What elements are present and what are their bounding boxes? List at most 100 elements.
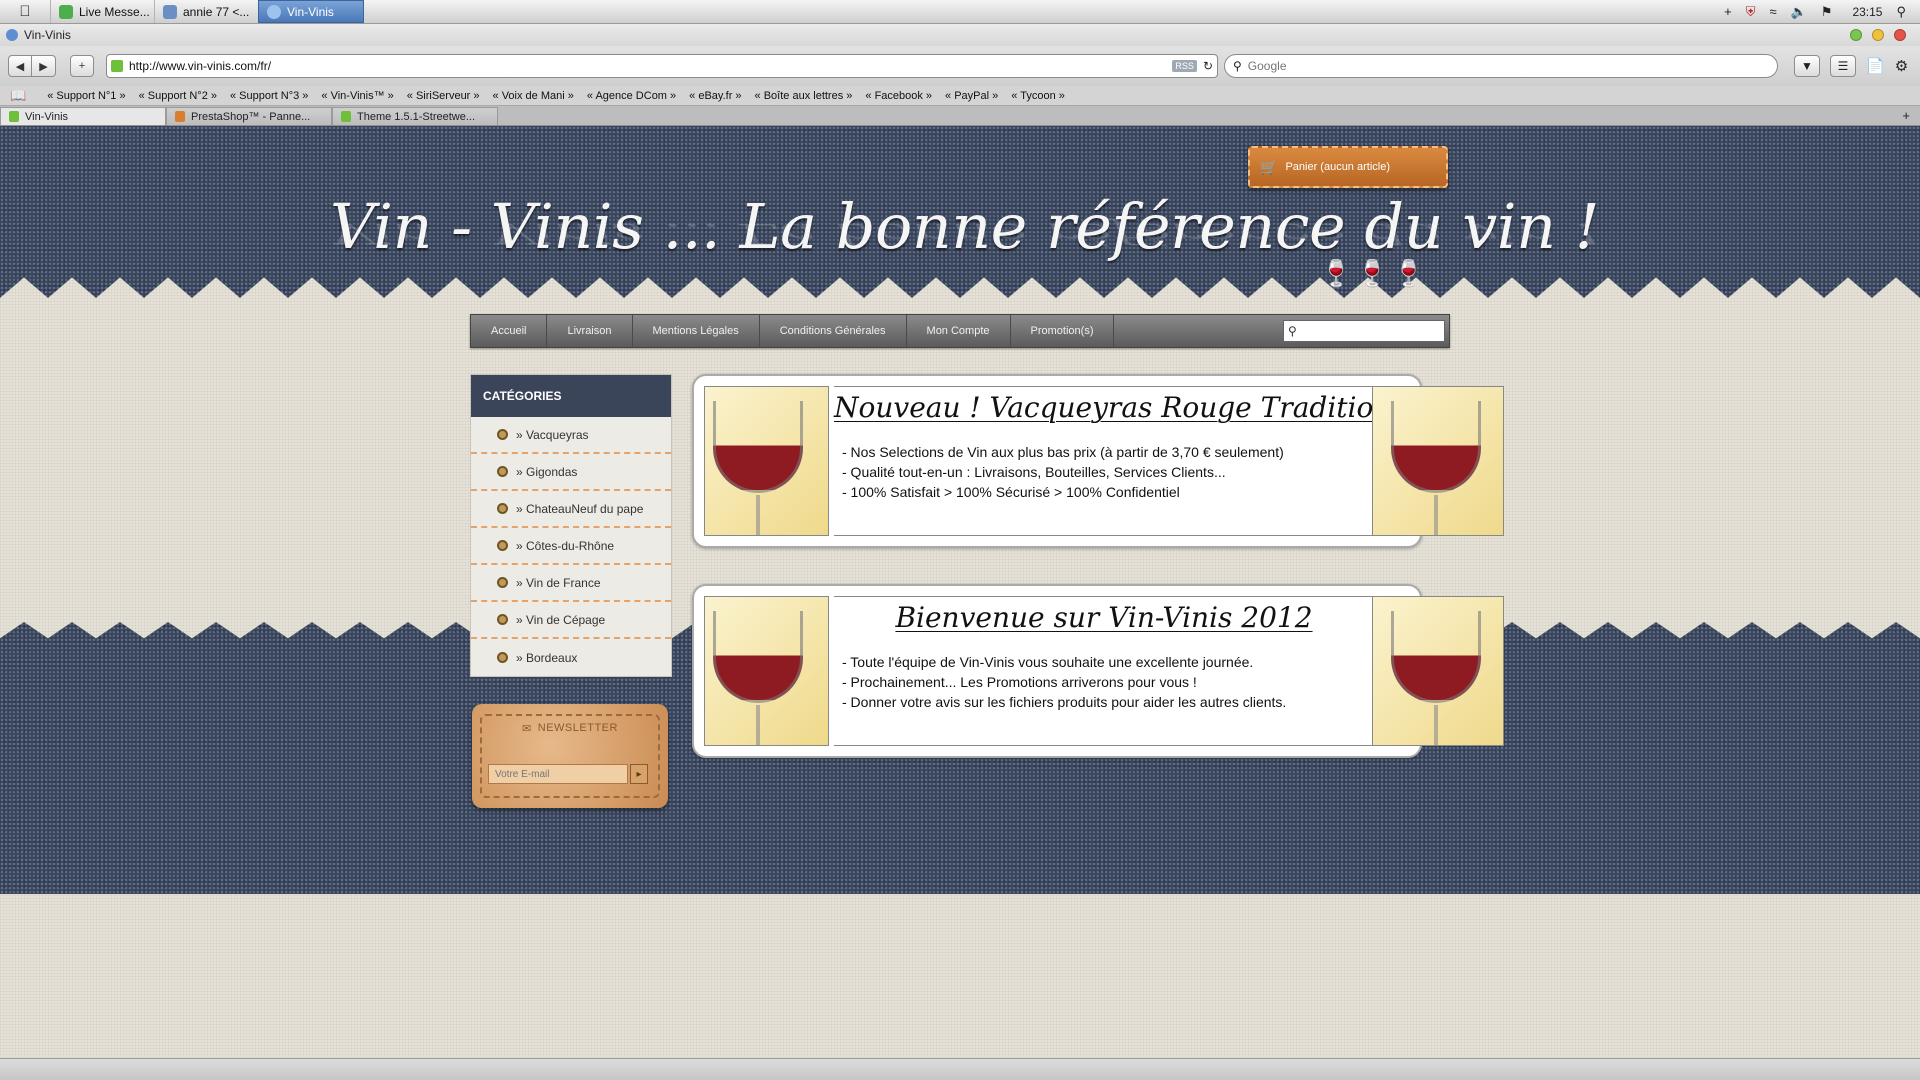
flag-icon[interactable]: ⚑ — [1821, 4, 1833, 20]
volume-icon[interactable]: 🔈 — [1791, 4, 1807, 20]
close-button[interactable] — [1894, 29, 1906, 41]
wine-glasses-decoration: 🍷 🍷 🍷 — [1320, 258, 1425, 289]
browser-statusbar — [0, 1058, 1920, 1080]
categories-block: CATÉGORIES » Vacqueyras » Gigondas » Cha… — [470, 374, 672, 677]
wine-glass-icon: 🍷 — [1320, 258, 1353, 288]
apple-icon[interactable]:  — [0, 0, 50, 23]
task-live-messenger[interactable]: Live Messe... — [50, 0, 154, 23]
shield-icon[interactable]: ⛨ — [1746, 4, 1756, 20]
banner-title: Nouveau ! Vacqueyras Rouge Tradition — [834, 391, 1392, 424]
banner-lines: - Nos Selections de Vin aux plus bas pri… — [834, 442, 1374, 502]
category-label: » Vacqueyras — [516, 427, 589, 442]
bookmark-tycoon[interactable]: « Tycoon » — [1011, 90, 1065, 102]
settings-gear-icon[interactable]: ⚙ — [1895, 55, 1908, 77]
download-icon[interactable]: ▼ — [1794, 55, 1820, 77]
newsletter-email-input[interactable] — [488, 764, 628, 784]
bookmark-facebook[interactable]: « Facebook » — [865, 90, 932, 102]
site-search-input[interactable]: ⚲ — [1283, 320, 1445, 342]
rss-badge[interactable]: RSS — [1172, 60, 1197, 72]
browser-icon — [267, 4, 281, 19]
envelope-icon: ✉ — [522, 723, 532, 735]
new-tab-button[interactable]: + — [1902, 108, 1910, 123]
wine-glass-icon: 🍷 — [1356, 258, 1389, 288]
url-text[interactable]: http://www.vin-vinis.com/fr/ — [129, 59, 1166, 73]
cart-button[interactable]: 🛒 Panier (aucun article) — [1248, 146, 1448, 188]
categories-list: » Vacqueyras » Gigondas » ChateauNeuf du… — [471, 417, 671, 676]
category-gigondas[interactable]: » Gigondas — [471, 454, 671, 491]
wifi-icon[interactable]: ≈ — [1769, 4, 1776, 19]
nav-livraison[interactable]: Livraison — [547, 315, 633, 347]
address-bar[interactable]: http://www.vin-vinis.com/fr/ RSS ↻ — [106, 54, 1218, 78]
category-vin-de-cepage[interactable]: » Vin de Cépage — [471, 602, 671, 639]
banner-vacqueyras[interactable]: Nouveau ! Vacqueyras Rouge Tradition - N… — [692, 374, 1504, 548]
banner-line: - 100% Satisfait > 100% Sécurisé > 100% … — [842, 484, 1180, 500]
site-icon — [341, 111, 351, 122]
bookmark-siriserveur[interactable]: « SiriServeur » — [407, 90, 480, 102]
banner-text: Bienvenue sur Vin-Vinis 2012 - Toute l'é… — [834, 596, 1374, 746]
search-icon: ⚲ — [1233, 59, 1242, 73]
forward-button[interactable]: ▶ — [32, 55, 56, 77]
category-label: » Bordeaux — [516, 650, 578, 665]
bullet-icon — [497, 614, 508, 625]
toolbar-icons: ▼ ☰ 📄 ⚙ — [1794, 55, 1908, 77]
categories-title: CATÉGORIES — [471, 375, 671, 417]
banner-bienvenue[interactable]: Bienvenue sur Vin-Vinis 2012 - Toute l'é… — [692, 584, 1504, 758]
bookmark-paypal[interactable]: « PayPal » — [945, 90, 998, 102]
search-input[interactable] — [1247, 59, 1769, 73]
os-menubar:  Live Messe... annie 77 <... Vin-Vinis … — [0, 0, 1920, 24]
spotlight-search-icon[interactable]: ⚲ — [1896, 4, 1906, 20]
banner-line: - Donner votre avis sur les fichiers pro… — [842, 694, 1287, 710]
plus-icon[interactable]: + — [1724, 4, 1732, 19]
nav-mentions-legales[interactable]: Mentions Légales — [633, 315, 760, 347]
tab-theme[interactable]: Theme 1.5.1-Streetwe... — [332, 107, 498, 125]
nav-conditions-generales[interactable]: Conditions Générales — [760, 315, 907, 347]
site-icon — [111, 60, 123, 72]
open-book-icon[interactable]: 📖 — [10, 88, 26, 104]
window-controls — [1850, 29, 1920, 41]
task-label: annie 77 <... — [183, 4, 250, 19]
bookmark-agence-dcom[interactable]: « Agence DCom » — [587, 90, 676, 102]
minimize-button[interactable] — [1872, 29, 1884, 41]
newsletter-title-text: NEWSLETTER — [537, 722, 618, 734]
category-cotes-du-rhone[interactable]: » Côtes-du-Rhône — [471, 528, 671, 565]
messenger-icon — [59, 4, 73, 19]
reload-icon[interactable]: ↻ — [1203, 59, 1213, 73]
bookmark-boite-aux-lettres[interactable]: « Boîte aux lettres » — [755, 90, 853, 102]
tab-prestashop[interactable]: PrestaShop™ - Panne... — [166, 107, 332, 125]
page-menu-icon[interactable]: 📄 — [1866, 55, 1885, 77]
category-chateauneuf[interactable]: » ChateauNeuf du pape — [471, 491, 671, 528]
bullet-icon — [497, 540, 508, 551]
tab-vin-vinis[interactable]: Vin-Vinis — [0, 107, 166, 125]
back-button[interactable]: ◀ — [8, 55, 32, 77]
banner-text: Nouveau ! Vacqueyras Rouge Tradition - N… — [834, 386, 1392, 536]
bookmark-support-1[interactable]: « Support N°1 » — [47, 90, 125, 102]
bookmark-ebay[interactable]: « eBay.fr » — [689, 90, 741, 102]
bookmark-vin-vinis[interactable]: « Vin-Vinis™ » — [321, 90, 393, 102]
category-vacqueyras[interactable]: » Vacqueyras — [471, 417, 671, 454]
task-vin-vinis[interactable]: Vin-Vinis — [258, 0, 364, 23]
bullet-icon — [497, 577, 508, 588]
newsletter-submit-button[interactable]: ▸ — [630, 764, 648, 784]
bullet-icon — [497, 429, 508, 440]
browser-toolbar: ◀ ▶ + http://www.vin-vinis.com/fr/ RSS ↻… — [0, 46, 1920, 86]
bookmark-voix-de-mani[interactable]: « Voix de Mani » — [493, 90, 574, 102]
bookmark-support-2[interactable]: « Support N°2 » — [139, 90, 217, 102]
magnifier-icon[interactable]: ⚲ — [1288, 324, 1297, 338]
category-vin-de-france[interactable]: » Vin de France — [471, 565, 671, 602]
nav-accueil[interactable]: Accueil — [471, 315, 548, 347]
add-bookmark-button[interactable]: + — [70, 55, 94, 77]
category-bordeaux[interactable]: » Bordeaux — [471, 639, 671, 676]
zoom-button[interactable] — [1850, 29, 1862, 41]
newsletter-title: ✉ NEWSLETTER — [472, 722, 668, 735]
bookmark-support-3[interactable]: « Support N°3 » — [230, 90, 308, 102]
nav-promotions[interactable]: Promotion(s) — [1011, 315, 1115, 347]
clock[interactable]: 23:15 — [1852, 5, 1882, 19]
reading-list-icon[interactable]: ☰ — [1830, 55, 1856, 77]
task-annie[interactable]: annie 77 <... — [154, 0, 258, 23]
cart-label: Panier (aucun article) — [1285, 161, 1390, 173]
tab-label: PrestaShop™ - Panne... — [191, 110, 311, 123]
search-bar[interactable]: ⚲ — [1224, 54, 1778, 78]
banner-line: - Nos Selections de Vin aux plus bas pri… — [842, 444, 1284, 460]
category-label: » ChateauNeuf du pape — [516, 501, 644, 516]
nav-mon-compte[interactable]: Mon Compte — [907, 315, 1011, 347]
